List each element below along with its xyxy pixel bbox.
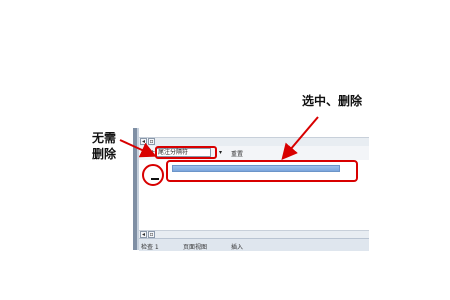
annotation-select-delete: 选中、删除 (302, 94, 363, 108)
arrow-to-select (119, 139, 157, 158)
annotation-no-need-line1: 无需 (92, 131, 117, 145)
annotation-arrows (119, 116, 319, 161)
annotation-no-need-line2: 删除 (92, 147, 117, 161)
arrow-to-separator (281, 116, 319, 161)
